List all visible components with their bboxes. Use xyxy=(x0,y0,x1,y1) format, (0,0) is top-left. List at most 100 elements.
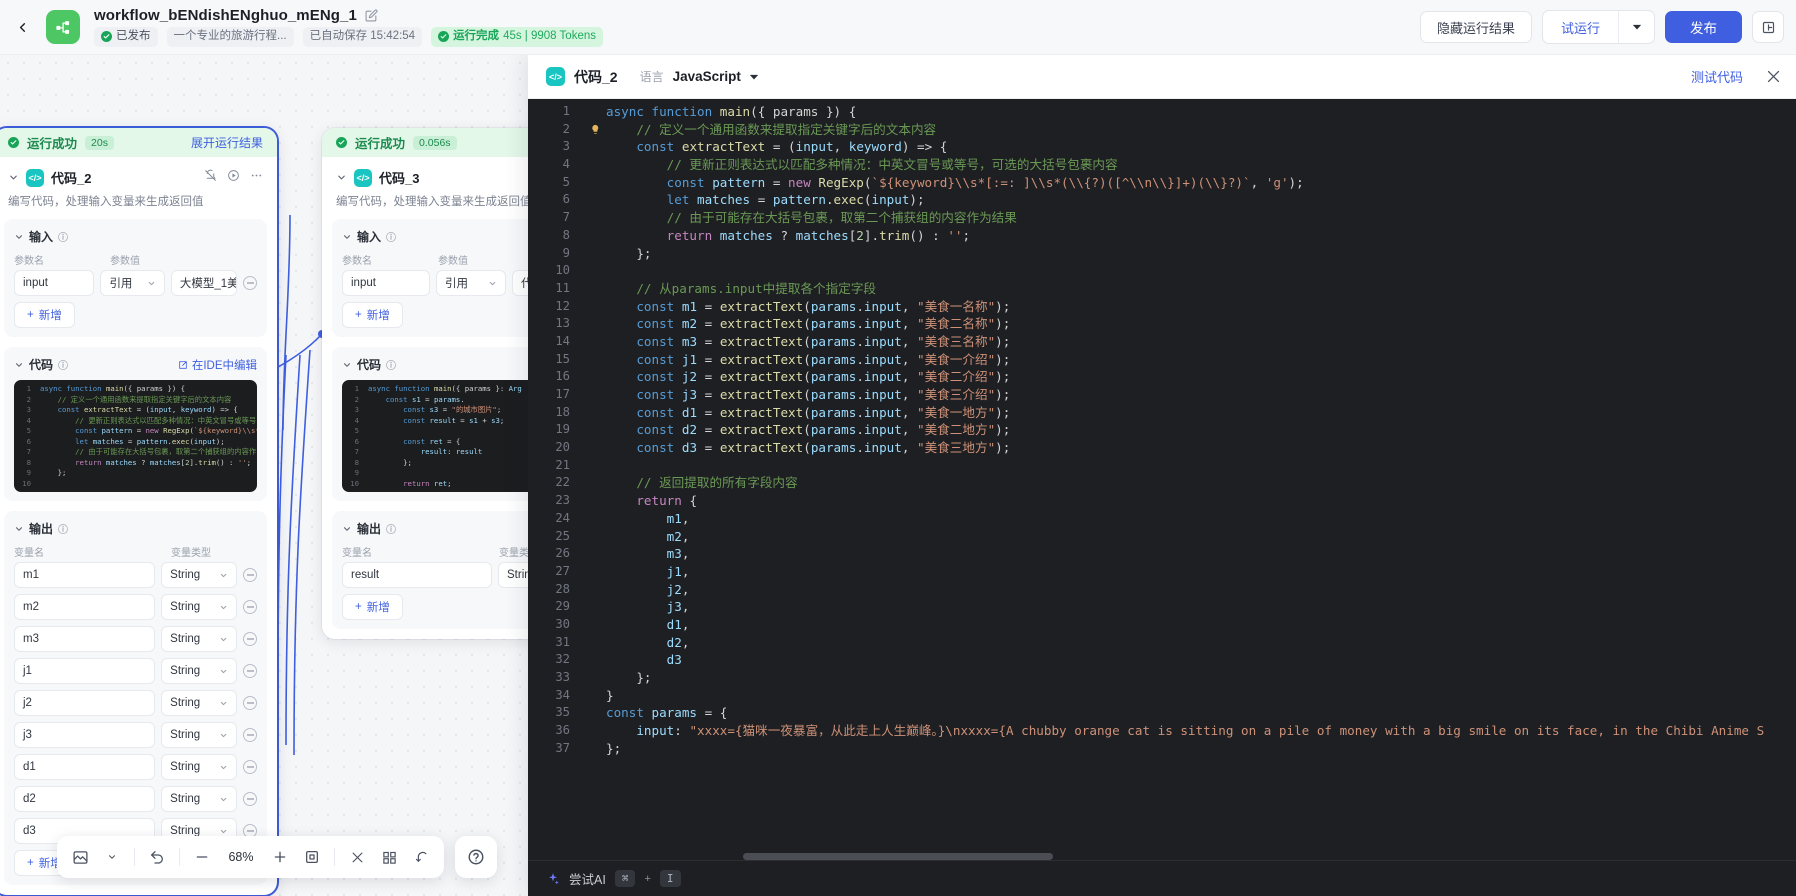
info-icon[interactable]: ⓘ xyxy=(386,521,396,536)
node-card-code2[interactable]: 运行成功 20s 展开运行结果 </> 代码_2 编写代码，处理输入变量来生成返… xyxy=(0,128,277,895)
code-line[interactable]: 5 const pattern = new RegExp(`${keyword}… xyxy=(528,174,1796,192)
output-var-type-select[interactable]: String xyxy=(161,594,237,620)
add-input-button[interactable]: + 新增 xyxy=(14,302,75,328)
input-param-name-field[interactable]: input xyxy=(342,270,430,296)
edit-in-ide-link[interactable]: 在IDE中编辑 xyxy=(178,357,257,373)
info-icon[interactable]: ⓘ xyxy=(58,357,68,372)
remove-input-row-button[interactable] xyxy=(243,276,257,290)
undo-icon[interactable] xyxy=(142,842,172,872)
code-line[interactable]: 21 xyxy=(528,457,1796,475)
code-line[interactable]: 7 // 由于可能存在大括号包裹，取第二个捕获组的内容作为结果 xyxy=(528,209,1796,227)
remove-output-row-button[interactable] xyxy=(243,696,257,710)
chevron-down-icon[interactable] xyxy=(342,232,352,242)
code-line[interactable]: 26 m3, xyxy=(528,545,1796,563)
code-line[interactable]: 2 // 定义一个通用函数来提取指定关键字后的文本内容 xyxy=(528,121,1796,139)
code-line[interactable]: 23 return { xyxy=(528,492,1796,510)
output-var-type-select[interactable]: String xyxy=(161,754,237,780)
close-panel-button[interactable] xyxy=(1765,68,1782,85)
ai-hint-bar[interactable]: 尝试AI ⌘ + I xyxy=(528,860,1796,896)
info-icon[interactable]: ⓘ xyxy=(58,229,68,244)
zoom-in-button[interactable] xyxy=(265,842,295,872)
code-line[interactable]: 20 const d3 = extractText(params.input, … xyxy=(528,439,1796,457)
code-line[interactable]: 33 }; xyxy=(528,669,1796,687)
code-line[interactable]: 35 const params = { xyxy=(528,704,1796,722)
remove-output-row-button[interactable] xyxy=(243,600,257,614)
add-output-button[interactable]: + 新增 xyxy=(342,594,403,620)
chevron-down-icon[interactable] xyxy=(8,172,19,183)
chevron-down-icon[interactable] xyxy=(14,524,24,534)
output-var-name-field[interactable]: result xyxy=(342,562,492,588)
remove-output-row-button[interactable] xyxy=(243,568,257,582)
chevron-down-icon[interactable] xyxy=(342,524,352,534)
input-param-name-field[interactable]: input xyxy=(14,270,95,296)
code-line[interactable]: 11 // 从params.input中提取各个指定字段 xyxy=(528,280,1796,298)
output-var-name-field[interactable]: d1 xyxy=(14,754,156,780)
help-button[interactable] xyxy=(455,836,497,878)
test-code-link[interactable]: 测试代码 xyxy=(1691,67,1743,86)
publish-button[interactable]: 发布 xyxy=(1665,11,1742,43)
code-line[interactable]: 19 const d2 = extractText(params.input, … xyxy=(528,421,1796,439)
code-line[interactable]: 30 d1, xyxy=(528,616,1796,634)
bell-off-icon[interactable] xyxy=(204,169,217,187)
test-run-button[interactable]: 试运行 xyxy=(1543,11,1618,43)
output-var-name-field[interactable]: j2 xyxy=(14,690,156,716)
workflow-description-chip[interactable]: 一个专业的旅游行程... xyxy=(166,27,294,47)
chevron-down-icon[interactable] xyxy=(336,172,347,183)
code-line[interactable]: 31 d2, xyxy=(528,634,1796,652)
back-button[interactable] xyxy=(0,0,44,55)
horizontal-scrollbar[interactable] xyxy=(528,853,1796,860)
more-icon[interactable] xyxy=(250,169,263,187)
close-cross-button[interactable] xyxy=(342,842,372,872)
input-value-select[interactable]: 大模型_1美食 xyxy=(170,270,237,296)
code-line[interactable]: 34} xyxy=(528,687,1796,705)
code-editor[interactable]: 1 async function main({ params }) {2 // 定… xyxy=(528,99,1796,757)
info-icon[interactable]: ⓘ xyxy=(58,521,68,536)
code-editor-body[interactable]: 1 async function main({ params }) {2 // 定… xyxy=(528,99,1796,860)
code-line[interactable]: 8 return matches ? matches[2].trim() : '… xyxy=(528,227,1796,245)
pointer-button[interactable] xyxy=(406,842,436,872)
output-var-type-select[interactable]: String xyxy=(161,626,237,652)
output-var-type-select[interactable]: String xyxy=(161,722,237,748)
output-var-name-field[interactable]: m2 xyxy=(14,594,156,620)
code-line[interactable]: 29 j3, xyxy=(528,598,1796,616)
info-icon[interactable]: ⓘ xyxy=(386,229,396,244)
output-var-name-field[interactable]: j3 xyxy=(14,722,156,748)
test-run-dropdown-button[interactable] xyxy=(1618,11,1654,43)
code-line[interactable]: 13 const m2 = extractText(params.input, … xyxy=(528,315,1796,333)
output-var-type-select[interactable]: String xyxy=(161,562,237,588)
input-mode-select[interactable]: 引用 xyxy=(100,270,165,296)
grid-layout-button[interactable] xyxy=(374,842,404,872)
code-line[interactable]: 16 const j2 = extractText(params.input, … xyxy=(528,368,1796,386)
code-line[interactable]: 37}; xyxy=(528,740,1796,758)
chevron-down-icon[interactable] xyxy=(14,232,24,242)
zoom-level-label[interactable]: 68% xyxy=(219,842,263,872)
edit-square-icon[interactable] xyxy=(365,9,378,22)
add-input-button[interactable]: + 新增 xyxy=(342,302,403,328)
code-line[interactable]: 22 // 返回提取的所有字段内容 xyxy=(528,474,1796,492)
duplicate-panel-icon[interactable] xyxy=(1752,11,1784,43)
remove-output-row-button[interactable] xyxy=(243,664,257,678)
output-var-name-field[interactable]: m1 xyxy=(14,562,156,588)
zoom-out-button[interactable] xyxy=(187,842,217,872)
input-mode-select[interactable]: 引用 xyxy=(436,270,506,296)
code-preview-code2[interactable]: 1 async function main({ params }) {2 // 定… xyxy=(14,380,257,492)
code-line[interactable]: 10 xyxy=(528,262,1796,280)
language-dropdown-button[interactable] xyxy=(749,72,759,82)
code-line[interactable]: 6 let matches = pattern.exec(input); xyxy=(528,191,1796,209)
output-var-name-field[interactable]: d2 xyxy=(14,786,156,812)
run-result-badge[interactable]: 运行完成 45s | 9908 Tokens xyxy=(431,27,603,47)
hide-results-button[interactable]: 隐藏运行结果 xyxy=(1419,11,1532,43)
output-var-type-select[interactable]: String xyxy=(161,690,237,716)
code-line[interactable]: 12 const m1 = extractText(params.input, … xyxy=(528,298,1796,316)
code-line[interactable]: 9 }; xyxy=(528,245,1796,263)
output-var-name-field[interactable]: m3 xyxy=(14,626,156,652)
output-var-type-select[interactable]: String xyxy=(161,786,237,812)
frame-icon[interactable] xyxy=(65,842,95,872)
play-circle-icon[interactable] xyxy=(227,169,240,187)
info-icon[interactable]: ⓘ xyxy=(386,357,396,372)
code-line[interactable]: 4 // 更新正则表达式以匹配多种情况：中英文冒号或等号，可选的大括号包裹内容 xyxy=(528,156,1796,174)
output-var-name-field[interactable]: j1 xyxy=(14,658,156,684)
language-value[interactable]: JavaScript xyxy=(673,69,741,84)
code-line[interactable]: 28 j2, xyxy=(528,581,1796,599)
expand-results-link[interactable]: 展开运行结果 xyxy=(191,134,263,151)
